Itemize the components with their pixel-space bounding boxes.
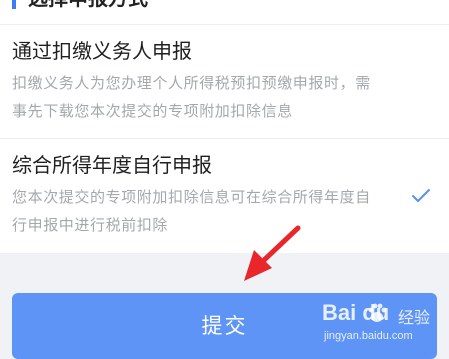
option-description: 您本次提交的专项附加扣除信息可在综合所得年度自行申报中进行税前扣除 [12,188,371,234]
option-description: 扣缴义务人为您办理个人所得税预扣预缴申报时，需事先下载您本次提交的专项附加扣除信… [12,74,371,120]
option-title: 通过扣缴义务人申报 [12,39,192,63]
option-self-declaration[interactable]: 综合所得年度自行申报 您本次提交的专项附加扣除信息可在综合所得年度自行申报中进行… [0,139,449,253]
section-header: 选择申报方式 [0,0,449,25]
section-accent-bar [12,0,16,9]
section-title: 选择申报方式 [28,0,148,10]
checkmark-icon [412,189,430,202]
submit-button-label: 提交 [201,315,248,338]
option-withholding-agent[interactable]: 通过扣缴义务人申报 扣缴义务人为您办理个人所得税预扣预缴申报时，需事先下载您本次… [0,25,449,139]
submit-button[interactable]: 提交 [12,293,437,359]
option-title: 综合所得年度自行申报 [12,153,212,177]
